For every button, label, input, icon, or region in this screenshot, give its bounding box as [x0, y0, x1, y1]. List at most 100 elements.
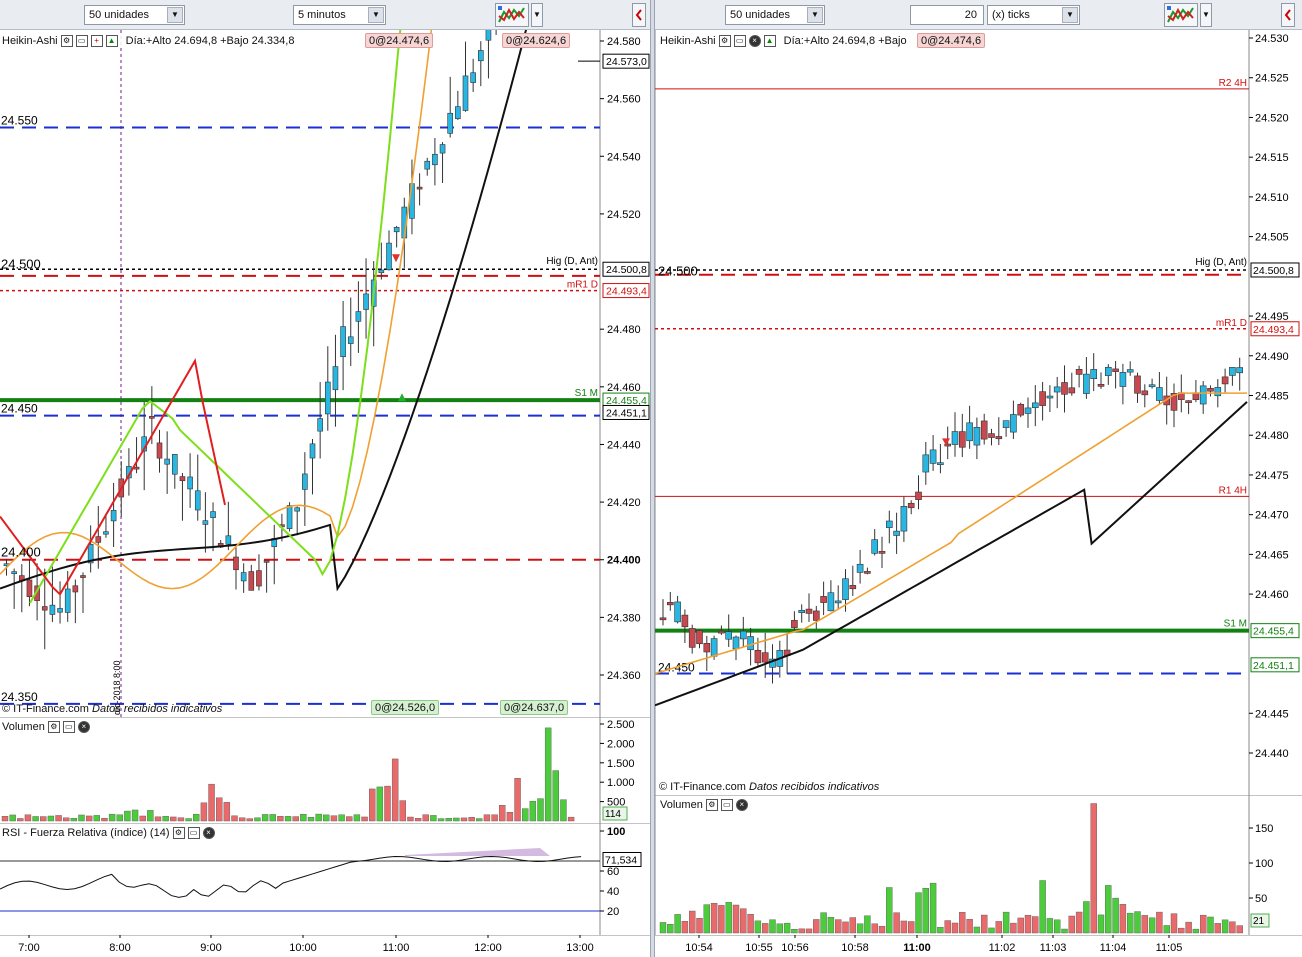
price-axis-label: 24.475 [1255, 470, 1289, 482]
add-indicator-icon[interactable]: ▲ [105, 34, 118, 47]
candle-body [302, 473, 308, 490]
wrench-icon[interactable]: ⚙ [705, 798, 718, 811]
volume-bar [445, 818, 452, 822]
chart-style-label: Heikin-Ashi [660, 34, 716, 47]
candle-body [980, 420, 988, 440]
window-icon[interactable]: ▭ [187, 826, 200, 839]
level-value-label: 24.450 [1, 402, 38, 416]
wrench-icon[interactable]: ⚙ [47, 720, 60, 733]
volume-bar [9, 814, 16, 822]
time-axis-label: 10:55 [745, 942, 773, 954]
wrench-icon[interactable]: ⚙ [60, 34, 73, 47]
close-icon[interactable]: × [735, 798, 748, 811]
volume-bar [1075, 911, 1083, 934]
volume-bar [399, 800, 406, 822]
ticks-unit-value: (x) ticks [992, 9, 1030, 21]
volume-bar [827, 917, 835, 934]
window-icon[interactable]: ▭ [75, 34, 88, 47]
wrench-icon[interactable]: ⚙ [718, 34, 731, 47]
candle-body [1112, 368, 1119, 372]
chart-type-dropdown[interactable]: ▼ [531, 3, 543, 27]
chart-type-button[interactable] [1164, 3, 1198, 27]
candle-body [747, 636, 754, 651]
order-price-box[interactable]: 0@24.624,6 [502, 33, 571, 48]
candle-body [233, 556, 239, 571]
rsi-axis-label: 60 [607, 866, 619, 878]
candle-body [827, 592, 835, 612]
level-name-label: S1 M [1224, 619, 1247, 630]
chevron-down-icon: ▼ [807, 7, 823, 23]
units-select[interactable]: 50 unidades ▼ [84, 5, 185, 25]
volume-bar [878, 925, 886, 934]
chart-type-button[interactable] [495, 3, 529, 27]
order-price-box[interactable]: 0@24.474,6 [365, 33, 434, 48]
candle-body [485, 30, 492, 41]
price-axis-label: 24.580 [607, 36, 641, 48]
volume-bar [139, 815, 146, 822]
plot-background [0, 717, 600, 823]
close-icon[interactable]: × [202, 826, 215, 839]
candle-body [674, 601, 681, 623]
timeframe-select[interactable]: 5 minutos ▼ [293, 5, 386, 25]
wrench-icon[interactable]: ⚙ [172, 826, 185, 839]
collapse-panel-button[interactable] [632, 3, 646, 27]
left-chart-window: 50 unidades ▼ 5 minutos ▼ ▼ dic-2018 8:0… [0, 0, 650, 957]
window-icon[interactable]: ▭ [733, 34, 746, 47]
candle-body [1075, 369, 1083, 375]
volume-bar [820, 912, 827, 934]
right-volume-chart[interactable]: 150 100 50 21 [655, 795, 1302, 935]
window-icon[interactable]: ▭ [62, 720, 75, 733]
volume-bar [460, 817, 468, 822]
volume-bar [24, 814, 32, 822]
volume-bar [284, 816, 292, 822]
right-price-chart[interactable]: R2 4H Hig (D, Ant) mR1 D R1 4H S1 M 24.500 24.… [655, 30, 1302, 795]
candle-body [761, 652, 769, 663]
units-select[interactable]: 50 unidades ▼ [725, 5, 825, 25]
candle-body [1097, 384, 1105, 387]
collapse-panel-button[interactable] [1281, 3, 1295, 27]
price-axis-label: 24.400 [607, 555, 641, 567]
timeframe-select-value: 5 minutos [298, 9, 346, 21]
candle-body [1061, 382, 1068, 395]
candle-body [80, 575, 86, 578]
candle-body [1214, 387, 1222, 397]
candle-body [1229, 367, 1236, 376]
rsi-axis-label: 20 [607, 906, 619, 918]
volume-bar [269, 814, 276, 822]
candle-body [929, 449, 937, 464]
candle-body [732, 636, 740, 650]
chart-type-dropdown[interactable]: ▼ [1200, 3, 1212, 27]
ticks-unit-select[interactable]: (x) ticks ▼ [987, 5, 1080, 25]
volume-bar [1127, 912, 1134, 934]
volume-bar [101, 817, 108, 822]
candle-body [856, 563, 864, 573]
candle-body [688, 628, 696, 648]
ticks-count-input[interactable]: 20 [910, 5, 984, 25]
order-price-box[interactable]: 0@24.526,0 [371, 700, 440, 715]
close-icon[interactable]: × [748, 34, 761, 47]
volume-bar [514, 778, 521, 822]
candle-body [1104, 366, 1112, 376]
close-icon[interactable]: × [77, 720, 90, 733]
volume-bar [1178, 927, 1185, 934]
candle-body [871, 539, 878, 554]
order-price-box[interactable]: 0@24.637,0 [500, 700, 569, 715]
chart-style-label: Heikin-Ashi [2, 34, 58, 47]
candle-body [202, 520, 209, 525]
left-volume-chart[interactable]: 2.5002.0001.5001.000500114 [0, 717, 650, 823]
volume-bar [776, 923, 784, 934]
window-icon[interactable]: ▭ [720, 798, 733, 811]
alert-icon[interactable]: + [90, 34, 103, 47]
left-price-chart[interactable]: dic-2018 8:0024.55024.50024.45024.40024.… [0, 30, 650, 717]
volume-bar [17, 818, 24, 822]
volume-bar [78, 814, 85, 822]
volume-bar [667, 924, 674, 934]
volume-bar [162, 816, 169, 822]
level-value-label: 24.500 [658, 263, 698, 278]
price-axis-label: 24.520 [1255, 112, 1289, 124]
volume-bar [798, 928, 805, 934]
candle-body [1126, 369, 1134, 373]
order-price-box[interactable]: 0@24.474,6 [917, 33, 986, 48]
candle-body [149, 416, 155, 419]
add-indicator-icon[interactable]: ▲ [763, 34, 776, 47]
